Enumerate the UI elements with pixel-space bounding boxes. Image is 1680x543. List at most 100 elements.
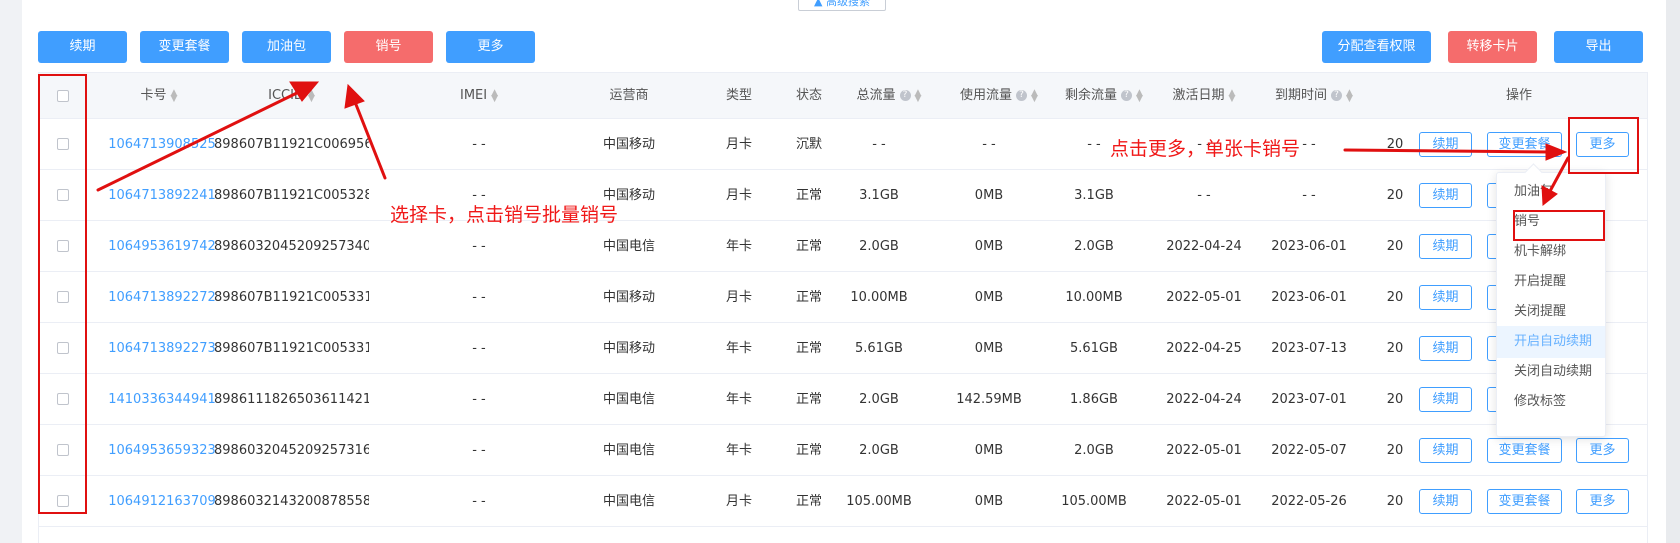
card-number-link[interactable]: 1064953619742	[99, 221, 225, 272]
more-button[interactable]: 更多	[446, 31, 535, 63]
card-number-link[interactable]: 1410336344941	[99, 374, 225, 425]
table-header: 卡号 ▲ ▼ ICCID ▲ ▼ IMEI ▲ ▼ 运营商 类型 状态 总流量? ▲ ▼ 使用流…	[39, 73, 1647, 119]
used-flow-cell: 0MB	[974, 494, 1004, 509]
table-row: 1064713908525 898607B11921C0069566 - - 中国移动…	[39, 119, 1647, 170]
imei-cell: - -	[472, 494, 486, 509]
help-icon[interactable]: ?	[1016, 90, 1028, 101]
dropdown-item-enable-reminder[interactable]: 开启提醒	[1497, 266, 1605, 298]
card-number-link[interactable]: 1064912163709	[99, 476, 225, 527]
sort-icon[interactable]: ▲ ▼	[171, 88, 178, 103]
row-change-plan-button[interactable]: 变更套餐	[1487, 132, 1562, 157]
card-number-link[interactable]: 1064953659323	[99, 425, 225, 476]
carrier-cell: 中国移动	[602, 341, 655, 356]
header-card-no[interactable]: 卡号 ▲ ▼	[99, 73, 219, 119]
total-flow-cell: 3.1GB	[859, 188, 899, 203]
help-icon[interactable]: ?	[899, 90, 911, 101]
sort-icon[interactable]: ▲ ▼	[1136, 88, 1143, 103]
dropdown-item-disable-reminder[interactable]: 关闭提醒	[1497, 296, 1605, 328]
imei-cell: - -	[472, 290, 486, 305]
used-flow-cell: 0MB	[974, 188, 1004, 203]
table-row: 1064953659323 8986032045209257316 - - 中国电信 年…	[39, 425, 1647, 476]
iccid-cell: 8986032143200878558	[214, 494, 369, 509]
expiry-time-cell: 2023-07-01	[1271, 392, 1347, 407]
advanced-search-toggle[interactable]: ▲ 高级搜索	[798, 0, 886, 11]
header-total-flow[interactable]: 总流量? ▲ ▼	[839, 73, 939, 119]
status-cell: 正常	[795, 239, 822, 254]
row-change-plan-button[interactable]: 变更套餐	[1487, 438, 1562, 463]
remaining-flow-cell: 10.00MB	[1065, 290, 1123, 305]
card-number-link[interactable]: 1064713892241	[99, 170, 225, 221]
expiry-time-cell: - -	[1302, 188, 1316, 203]
activation-date-cell: 2022-05-01	[1166, 290, 1242, 305]
renew-button[interactable]: 续期	[38, 31, 127, 63]
status-cell: 正常	[795, 188, 822, 203]
addon-pack-button[interactable]: 加油包	[242, 31, 331, 63]
row-renew-button[interactable]: 续期	[1419, 285, 1472, 310]
header-activation-date[interactable]: 激活日期 ▲ ▼	[1154, 73, 1254, 119]
header-remaining-flow[interactable]: 剩余流量? ▲ ▼	[1049, 73, 1159, 119]
row-renew-button[interactable]: 续期	[1419, 132, 1472, 157]
sort-icon[interactable]: ▲ ▼	[1229, 88, 1236, 103]
remaining-flow-cell: 1.86GB	[1070, 392, 1118, 407]
row-renew-button[interactable]: 续期	[1419, 234, 1472, 259]
sort-icon[interactable]: ▲ ▼	[915, 88, 922, 103]
type-cell: 年卡	[725, 341, 752, 356]
help-icon[interactable]: ?	[1121, 90, 1133, 101]
status-cell: 正常	[795, 443, 822, 458]
row-renew-button[interactable]: 续期	[1419, 438, 1472, 463]
header-status: 状态	[795, 88, 822, 103]
table-row: 1410336344941 8986111826503611421 - - 中国电信 年…	[39, 374, 1647, 425]
card-number-link[interactable]: 1064713892272	[99, 272, 225, 323]
dropdown-item-addon[interactable]: 加油包	[1497, 176, 1605, 208]
dropdown-item-edit-tag[interactable]: 修改标签	[1497, 386, 1605, 418]
table-row: 1064912163709 8986032143200878558 - - 中国电信 月…	[39, 476, 1647, 527]
iccid-cell: 898607B11921C0069566	[214, 137, 369, 152]
iccid-cell: 898607B11921C0053285	[214, 188, 369, 203]
iccid-cell: 8986111826503611421	[214, 392, 369, 407]
header-imei[interactable]: IMEI ▲ ▼	[429, 73, 529, 119]
row-renew-button[interactable]: 续期	[1419, 387, 1472, 412]
carrier-cell: 中国电信	[602, 443, 655, 458]
dropdown-item-enable-auto-renew[interactable]: 开启自动续期	[1497, 326, 1605, 358]
annotation-checkbox-highlight	[38, 74, 87, 514]
change-plan-button[interactable]: 变更套餐	[140, 31, 229, 63]
imei-cell: - -	[472, 392, 486, 407]
export-button[interactable]: 导出	[1554, 31, 1643, 63]
transfer-card-button[interactable]: 转移卡片	[1448, 31, 1537, 63]
used-flow-cell: - -	[982, 137, 996, 152]
remaining-flow-cell: 2.0GB	[1074, 443, 1114, 458]
remaining-flow-cell: 2.0GB	[1074, 239, 1114, 254]
type-cell: 年卡	[725, 392, 752, 407]
header-used-flow[interactable]: 使用流量? ▲ ▼	[944, 73, 1054, 119]
sort-icon[interactable]: ▲ ▼	[308, 88, 315, 103]
dropdown-item-disable-auto-renew[interactable]: 关闭自动续期	[1497, 356, 1605, 388]
row-renew-button[interactable]: 续期	[1419, 183, 1472, 208]
table-row: 1064953619742 8986032045209257340 - - 中国电信 年…	[39, 221, 1647, 272]
truncated-cell: 20	[1386, 443, 1404, 458]
header-expiry-time[interactable]: 到期时间? ▲ ▼	[1259, 73, 1369, 119]
assign-permission-button[interactable]: 分配查看权限	[1322, 31, 1431, 63]
row-renew-button[interactable]: 续期	[1419, 336, 1472, 361]
total-flow-cell: 2.0GB	[859, 392, 899, 407]
card-table: 卡号 ▲ ▼ ICCID ▲ ▼ IMEI ▲ ▼ 运营商 类型 状态 总流量? ▲ ▼ 使用流…	[38, 72, 1648, 543]
sort-icon[interactable]: ▲ ▼	[1346, 88, 1353, 103]
card-number-link[interactable]: 1064713908525	[99, 119, 225, 170]
scrollbar-track[interactable]	[1666, 0, 1680, 543]
iccid-cell: 8986032045209257340	[214, 239, 369, 254]
card-number-link[interactable]: 1064713892273	[99, 323, 225, 374]
row-more-button[interactable]: 更多	[1576, 438, 1629, 463]
imei-cell: - -	[472, 137, 486, 152]
truncated-cell: 20	[1386, 341, 1404, 356]
header-iccid[interactable]: ICCID ▲ ▼	[219, 73, 364, 119]
row-renew-button[interactable]: 续期	[1419, 489, 1472, 514]
status-cell: 正常	[795, 341, 822, 356]
annotation-batch-cancel-text: 选择卡，点击销号批量销号	[390, 204, 619, 226]
sort-icon[interactable]: ▲ ▼	[1031, 88, 1038, 103]
row-more-button[interactable]: 更多	[1576, 489, 1629, 514]
row-change-plan-button[interactable]: 变更套餐	[1487, 489, 1562, 514]
status-cell: 正常	[795, 494, 822, 509]
cancel-number-button[interactable]: 销号	[344, 31, 433, 63]
status-cell: 正常	[795, 392, 822, 407]
help-icon[interactable]: ?	[1331, 90, 1343, 101]
sort-icon[interactable]: ▲ ▼	[491, 88, 498, 103]
